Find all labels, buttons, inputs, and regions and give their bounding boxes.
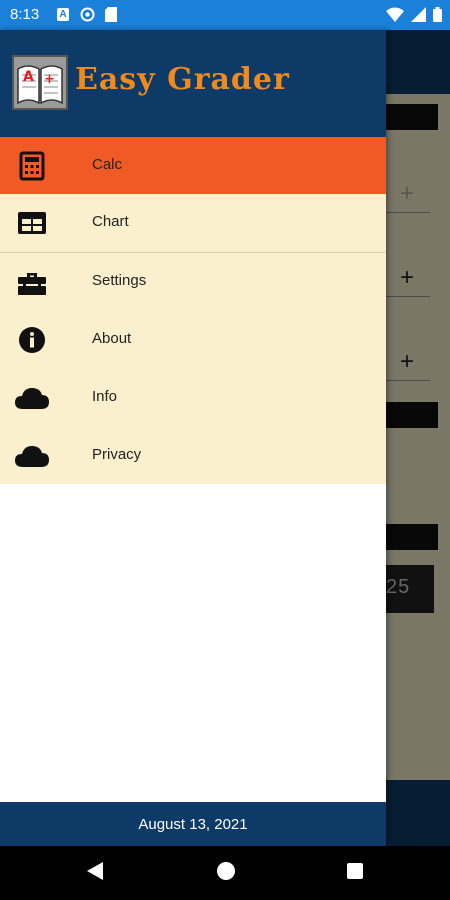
calculator-icon — [19, 151, 45, 181]
status-bar: 8:13 A — [0, 0, 450, 30]
menu-label: About — [92, 330, 132, 347]
menu-label: Chart — [92, 213, 129, 230]
menu-item-privacy[interactable]: Privacy — [0, 427, 386, 484]
table-icon — [18, 212, 46, 234]
menu-item-info[interactable]: Info — [0, 369, 386, 426]
svg-text:+: + — [44, 72, 55, 87]
footer-date: August 13, 2021 — [138, 816, 248, 833]
back-icon[interactable] — [86, 861, 104, 881]
a-icon: A — [57, 8, 69, 21]
svg-text:A: A — [23, 69, 34, 85]
system-nav-bar — [0, 846, 450, 900]
menu-label: Calc — [92, 156, 123, 173]
status-time: 8:13 — [10, 6, 40, 23]
battery-icon — [433, 7, 442, 22]
app-logo: A + — [12, 55, 68, 110]
drawer-header: A + Easy Grader — [0, 30, 386, 137]
sync-icon — [80, 7, 95, 22]
menu-item-calc[interactable]: Calc — [0, 137, 386, 194]
status-right-icons — [386, 7, 442, 25]
app-title: Easy Grader — [75, 62, 290, 97]
menu-label: Settings — [92, 272, 147, 289]
toolbox-icon — [18, 273, 46, 295]
drawer-menu: Calc Chart Settings About Info Privacy — [0, 137, 386, 484]
drawer-footer: August 13, 2021 — [0, 802, 386, 846]
wifi-icon — [386, 7, 405, 22]
sd-card-icon — [105, 7, 117, 22]
menu-item-chart[interactable]: Chart — [0, 194, 386, 251]
recents-icon[interactable] — [346, 861, 364, 881]
menu-label: Privacy — [92, 446, 142, 463]
menu-label: Info — [92, 388, 118, 405]
cloud-icon — [15, 388, 49, 409]
menu-item-about[interactable]: About — [0, 311, 386, 368]
signal-icon — [410, 7, 426, 22]
navigation-drawer: A + Easy Grader Calc Chart Settings Abou… — [0, 30, 386, 846]
info-icon — [19, 327, 45, 353]
book-logo-icon: A + — [14, 57, 66, 108]
menu-item-settings[interactable]: Settings — [0, 253, 386, 310]
cloud-icon — [15, 446, 49, 467]
home-icon[interactable] — [216, 861, 236, 881]
